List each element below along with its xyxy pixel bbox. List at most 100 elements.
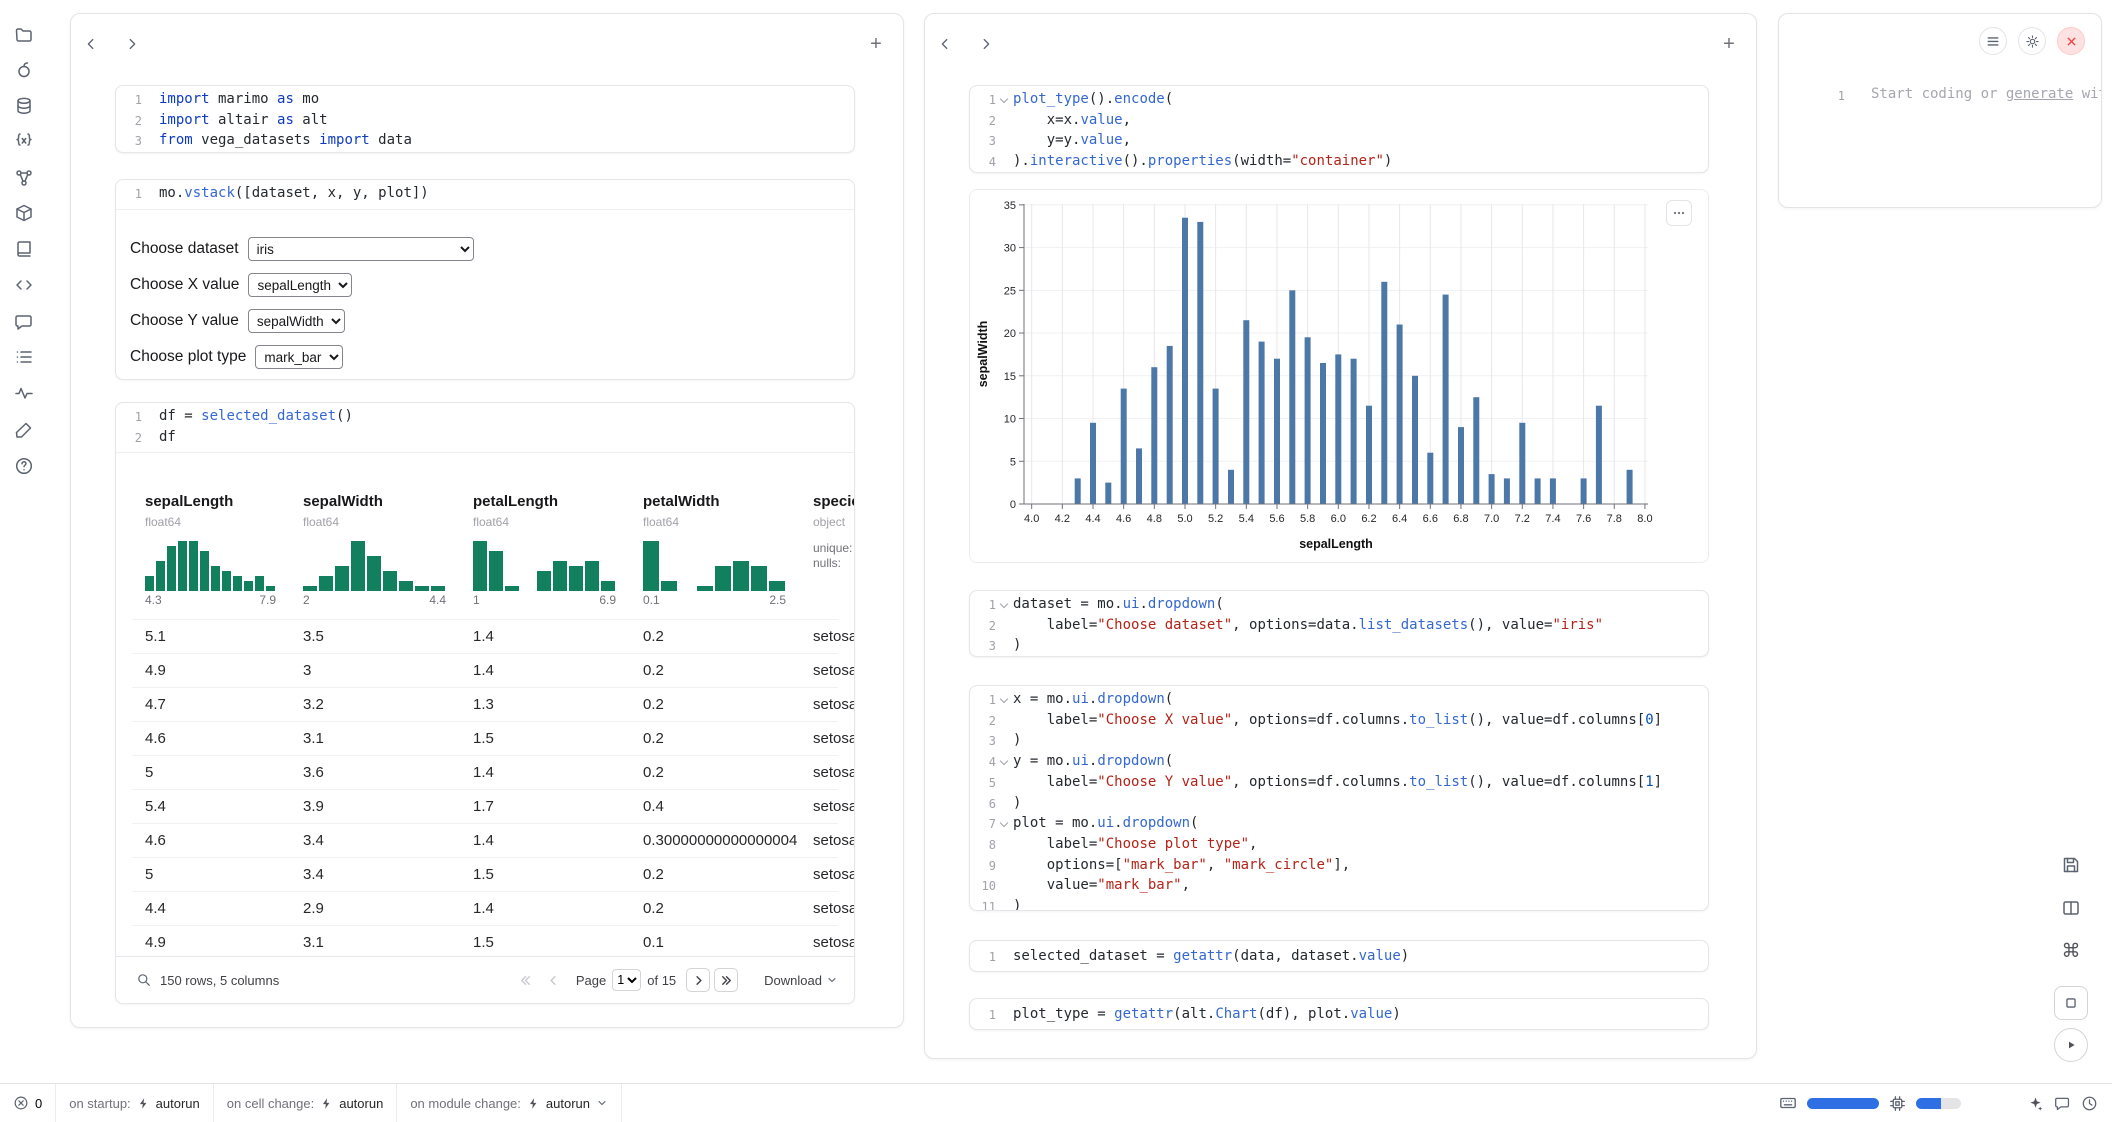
table-column-header[interactable]: speciesobjectunique:nulls:	[800, 493, 854, 609]
panel-back-button[interactable]	[79, 32, 103, 56]
cell-xy-plot-dropdowns: 1x = mo.ui.dropdown(2 label="Choose X va…	[969, 685, 1709, 911]
save-button[interactable]	[2054, 848, 2088, 882]
generate-link[interactable]: generate	[2006, 86, 2073, 102]
logs-icon[interactable]	[10, 343, 38, 371]
first-page-button[interactable]	[514, 968, 538, 992]
add-cell-button[interactable]: +	[863, 31, 889, 57]
svg-text:4.0: 4.0	[1024, 513, 1039, 525]
page-select[interactable]: 1	[612, 969, 641, 991]
code-editor[interactable]: 1mo.vstack([dataset, x, y, plot])	[116, 180, 854, 210]
add-cell-button[interactable]: +	[1716, 31, 1742, 57]
cell-dataframe: 1df = selected_dataset()2df sepalLengthf…	[115, 402, 855, 1004]
scratchpad-icon[interactable]	[10, 416, 38, 444]
run-all-button[interactable]	[2054, 1028, 2088, 1062]
snippets-icon[interactable]	[10, 271, 38, 299]
code-editor[interactable]: 1plot_type = getattr(alt.Chart(df), plot…	[970, 999, 1708, 1030]
cell-plot-type: 1plot_type = getattr(alt.Chart(df), plot…	[969, 998, 1709, 1030]
code-line: 6)	[970, 794, 1708, 815]
dropdown-select[interactable]: sepalLength	[248, 273, 352, 297]
table-cell: 3.5	[290, 628, 460, 645]
code-line: 2 label="Choose dataset", options=data.l…	[970, 616, 1708, 637]
code-editor[interactable]: 1selected_dataset = getattr(data, datase…	[970, 941, 1708, 972]
table-row: 4.93.11.50.1setosa	[132, 925, 838, 959]
fold-chevron-icon[interactable]	[996, 595, 1013, 616]
on-module-change-chip[interactable]: on module change: autorun	[397, 1084, 621, 1122]
cell-altair-plot: 1plot_type().encode(2 x=x.value,3 y=y.va…	[969, 85, 1709, 173]
keyboard-shortcuts-button[interactable]: ⌘	[2054, 934, 2088, 968]
keyboard-icon[interactable]	[1779, 1094, 1797, 1112]
svg-text:30: 30	[1004, 243, 1016, 255]
close-panel-button[interactable]	[2057, 27, 2085, 55]
download-button[interactable]: Download	[764, 973, 838, 988]
code-line: 2 x=x.value,	[970, 111, 1708, 132]
error-count[interactable]: 0	[0, 1084, 55, 1122]
panel-menu-button[interactable]	[1979, 27, 2007, 55]
dependencies-icon[interactable]	[10, 164, 38, 192]
table-cell: setosa	[800, 832, 854, 849]
line-number: 2	[116, 111, 142, 132]
datasources-icon[interactable]	[10, 92, 38, 120]
code-line: 10 value="mark_bar",	[970, 876, 1708, 897]
cpu-icon[interactable]	[1889, 1095, 1906, 1112]
table-search-icon[interactable]	[132, 968, 156, 992]
gear-icon	[2025, 34, 2040, 49]
code-editor[interactable]: 1dataset = mo.ui.dropdown(2 label="Choos…	[970, 591, 1708, 657]
column-histogram	[145, 539, 276, 591]
line-number: 1	[970, 947, 996, 968]
on-startup-chip[interactable]: on startup: autorun	[56, 1084, 213, 1122]
code-editor[interactable]: 1import marimo as mo2import altair as al…	[116, 86, 854, 153]
cpu-usage-bar	[1916, 1098, 1961, 1109]
fold-chevron-icon[interactable]	[996, 90, 1013, 111]
panel-back-button[interactable]	[933, 32, 957, 56]
help-icon[interactable]	[10, 452, 38, 480]
line-number: 7	[970, 814, 996, 835]
svg-text:15: 15	[1004, 371, 1016, 383]
scratchpad-console-button[interactable]	[2054, 986, 2088, 1020]
last-page-button[interactable]	[714, 968, 738, 992]
table-column-header[interactable]: sepalLengthfloat644.37.9	[132, 493, 290, 609]
code-line: 4).interactive().properties(width="conta…	[970, 152, 1708, 173]
panel-settings-button[interactable]	[2018, 27, 2046, 55]
table-cell: setosa	[800, 900, 854, 917]
feedback-icon[interactable]	[2054, 1095, 2071, 1112]
on-cell-change-chip[interactable]: on cell change: autorun	[214, 1084, 397, 1122]
packages-icon[interactable]	[10, 199, 38, 227]
table-row: 4.63.11.50.2setosa	[132, 721, 838, 755]
dropdown-select[interactable]: mark_bar	[255, 345, 343, 369]
svg-text:5.6: 5.6	[1269, 513, 1284, 525]
panel-forward-button[interactable]	[120, 32, 144, 56]
files-icon[interactable]	[10, 21, 38, 49]
tracebacks-icon[interactable]	[10, 379, 38, 407]
chat-icon[interactable]	[10, 308, 38, 336]
code-editor[interactable]: 1x = mo.ui.dropdown(2 label="Choose X va…	[970, 686, 1708, 911]
panel-forward-button[interactable]	[974, 32, 998, 56]
history-clock-icon[interactable]	[2081, 1095, 2098, 1112]
fold-chevron-icon[interactable]	[996, 690, 1013, 711]
table-column-header[interactable]: petalLengthfloat6416.9	[460, 493, 630, 609]
cell-imports: 1import marimo as mo2import altair as al…	[115, 85, 855, 153]
table-column-header[interactable]: petalWidthfloat640.12.5	[630, 493, 800, 609]
documentation-icon[interactable]	[10, 235, 38, 263]
sepal-bar-chart[interactable]: 4.04.24.44.64.85.05.25.45.65.86.06.26.46…	[970, 190, 1708, 562]
status-bar: 0 on startup: autorun on cell change: au…	[0, 1083, 2112, 1122]
fold-chevron-icon[interactable]	[996, 814, 1013, 835]
ai-sparkle-icon[interactable]	[2027, 1095, 2044, 1112]
code-editor[interactable]: 1df = selected_dataset()2df	[116, 403, 854, 453]
ai-code-editor[interactable]: 1 Start coding or generate with AI	[1779, 84, 2101, 106]
dropdown-select[interactable]: sepalWidth	[248, 309, 345, 333]
next-page-button[interactable]	[686, 968, 710, 992]
variables-icon[interactable]	[10, 127, 38, 155]
marimo-logo-icon[interactable]	[10, 56, 38, 84]
dropdown-label: Choose Y value	[130, 312, 239, 330]
dropdown-select[interactable]: iris	[248, 237, 474, 261]
prev-page-button[interactable]	[542, 968, 566, 992]
table-column-header[interactable]: sepalWidthfloat6424.4	[290, 493, 460, 609]
chart-actions-menu[interactable]	[1666, 200, 1692, 226]
svg-text:10: 10	[1004, 414, 1016, 426]
table-cell: setosa	[800, 730, 854, 747]
layout-toggle-button[interactable]	[2054, 891, 2088, 925]
table-row: 4.931.40.2setosa	[132, 653, 838, 687]
fold-chevron-icon[interactable]	[996, 752, 1013, 773]
code-editor[interactable]: 1plot_type().encode(2 x=x.value,3 y=y.va…	[970, 86, 1708, 173]
code-line: 1plot_type = getattr(alt.Chart(df), plot…	[970, 1005, 1708, 1026]
